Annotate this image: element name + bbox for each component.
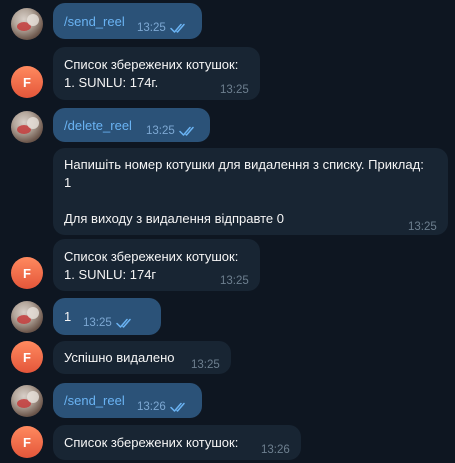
- chat-history: /send_reel 13:25 F Список збережених кот…: [0, 0, 455, 463]
- message-time: 13:25: [146, 125, 175, 137]
- message-time: 13:25: [220, 275, 249, 287]
- message-meta: 13:25: [408, 218, 437, 236]
- message-meta: 13:25: [146, 122, 197, 140]
- bot-avatar[interactable]: F: [11, 66, 43, 98]
- avatar-letter: F: [23, 434, 31, 450]
- command-link[interactable]: /send_reel: [64, 13, 125, 31]
- message-meta: 13:26: [137, 398, 188, 416]
- avatar-photo-detail: [27, 14, 39, 26]
- message-bubble-incoming[interactable]: Список збережених котушок: 1. SUNLU: 174…: [53, 239, 260, 291]
- message-meta: 13:25: [191, 356, 220, 374]
- message-time: 13:25: [137, 22, 166, 34]
- avatar-letter: F: [23, 349, 31, 365]
- message-time: 13:25: [408, 221, 437, 233]
- sender-avatar[interactable]: [11, 111, 43, 143]
- avatar-photo-detail: [27, 391, 39, 403]
- message-bubble-outgoing[interactable]: 1 13:25: [53, 298, 161, 335]
- sender-avatar[interactable]: [11, 8, 43, 40]
- message-time: 13:25: [83, 317, 112, 329]
- bot-avatar[interactable]: F: [11, 257, 43, 289]
- avatar-photo-detail: [27, 117, 39, 129]
- message-time: 13:26: [137, 401, 166, 413]
- message-time: 13:26: [261, 444, 290, 456]
- message-bubble-incoming[interactable]: Успішно видалено 13:25: [53, 341, 231, 374]
- command-link[interactable]: /send_reel: [64, 392, 125, 410]
- avatar-letter: F: [23, 74, 31, 90]
- message-text: Успішно видалено: [64, 350, 175, 365]
- command-link[interactable]: /delete_reel: [64, 117, 132, 135]
- double-check-icon: [116, 318, 131, 328]
- message-bubble-incoming[interactable]: Напишіть номер котушки для видалення з с…: [53, 148, 448, 235]
- message-meta: 13:25: [220, 272, 249, 290]
- message-text: 1: [64, 309, 72, 324]
- double-check-icon: [170, 402, 185, 412]
- message-bubble-incoming[interactable]: Список збережених котушок: 1. SUNLU: 174…: [53, 47, 260, 100]
- sender-avatar[interactable]: [11, 301, 43, 333]
- message-meta: 13:25: [137, 19, 188, 37]
- message-bubble-incoming[interactable]: Список збережених котушок: 13:26: [53, 425, 301, 460]
- message-meta: 13:25: [83, 314, 134, 332]
- message-bubble-outgoing[interactable]: /send_reel 13:26: [53, 383, 202, 418]
- bot-avatar[interactable]: F: [11, 426, 43, 458]
- message-time: 13:25: [220, 84, 249, 96]
- message-bubble-outgoing[interactable]: /send_reel 13:25: [53, 3, 202, 39]
- message-text: Список збережених котушок:: [64, 435, 239, 450]
- message-meta: 13:26: [261, 441, 290, 459]
- sender-avatar[interactable]: [11, 385, 43, 417]
- avatar-letter: F: [23, 265, 31, 281]
- bot-avatar[interactable]: F: [11, 341, 43, 373]
- double-check-icon: [179, 126, 194, 136]
- message-text: Напишіть номер котушки для видалення з с…: [64, 157, 424, 226]
- double-check-icon: [170, 23, 185, 33]
- message-meta: 13:25: [220, 81, 249, 99]
- avatar-photo-detail: [27, 307, 39, 319]
- message-bubble-outgoing[interactable]: /delete_reel 13:25: [53, 108, 210, 142]
- message-time: 13:25: [191, 359, 220, 371]
